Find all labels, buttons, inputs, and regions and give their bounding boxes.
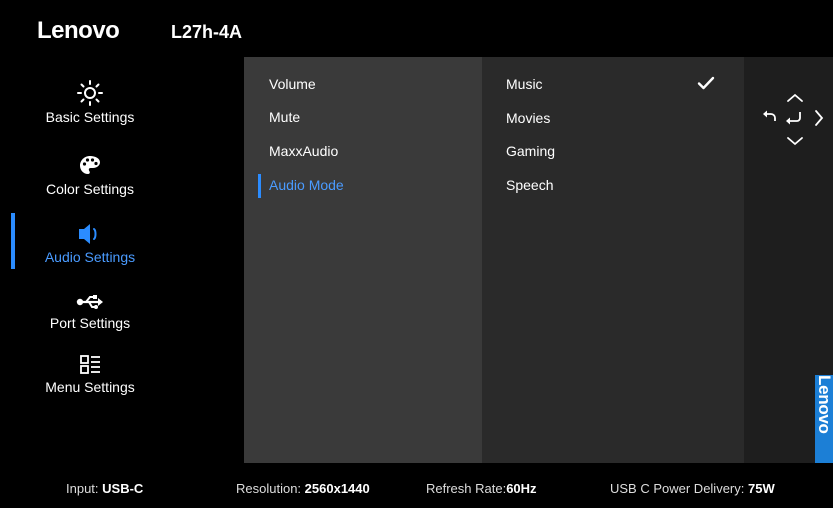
power-delivery-value: 75W [748, 481, 775, 496]
speaker-icon [77, 218, 103, 246]
power-delivery-label: USB C Power Delivery: [610, 481, 745, 496]
sidebar-item-label: Menu Settings [45, 379, 135, 395]
menu-grid-icon [79, 348, 101, 376]
power-delivery-status: USB C Power Delivery: 75W [610, 481, 775, 496]
sidebar-item-basic-settings[interactable]: Basic Settings [0, 78, 180, 138]
refresh-rate-label: Refresh Rate: [426, 481, 507, 496]
refresh-rate-status: Refresh Rate:60Hz [426, 481, 537, 496]
sidebar-item-label: Audio Settings [44, 249, 136, 265]
option-gaming[interactable]: Gaming [506, 143, 555, 159]
resolution-status: Resolution: 2560x1440 [236, 481, 370, 496]
input-value: USB-C [102, 481, 144, 496]
sidebar-item-audio-settings[interactable]: Audio Settings [0, 218, 180, 278]
usb-icon [76, 284, 104, 312]
sidebar-item-label: Port Settings [49, 315, 131, 331]
model-name: L27h-4A [171, 22, 243, 42]
lenovo-side-tab: Lenovo [815, 375, 833, 463]
resolution-value: 2560x1440 [304, 481, 370, 496]
active-item-indicator [258, 174, 261, 198]
chevron-down-icon [787, 137, 803, 146]
chevron-up-icon [787, 93, 803, 102]
brightness-icon [77, 78, 103, 106]
enter-icon [786, 112, 801, 125]
brand-logo: Lenovo [37, 17, 120, 44]
sidebar-item-label: Basic Settings [45, 109, 135, 125]
checkmark-icon [697, 76, 715, 90]
menu-item-maxxaudio[interactable]: MaxxAudio [269, 143, 338, 159]
option-music[interactable]: Music [506, 76, 543, 92]
back-icon [763, 110, 776, 121]
resolution-label: Resolution: [236, 481, 302, 496]
input-status: Input: USB-C [66, 481, 143, 496]
input-label: Input: [66, 481, 99, 496]
sidebar-item-port-settings[interactable]: Port Settings [0, 284, 180, 344]
header: Lenovo L27h-4A [0, 0, 833, 57]
menu-item-volume[interactable]: Volume [269, 76, 316, 92]
sidebar-item-label: Color Settings [46, 181, 134, 197]
menu-item-audio-mode[interactable]: Audio Mode [269, 177, 344, 193]
sidebar-item-color-settings[interactable]: Color Settings [0, 150, 180, 210]
navigation-pad [763, 93, 824, 146]
option-speech[interactable]: Speech [506, 177, 553, 193]
option-movies[interactable]: Movies [506, 110, 550, 126]
chevron-right-icon [815, 110, 824, 126]
palette-icon [78, 150, 102, 178]
status-footer: Input: USB-C Resolution: 2560x1440 Refre… [0, 463, 833, 508]
lenovo-side-tab-text: Lenovo [815, 375, 833, 434]
menu-item-mute[interactable]: Mute [269, 109, 300, 125]
refresh-rate-value: 60Hz [506, 481, 537, 496]
sidebar-item-menu-settings[interactable]: Menu Settings [0, 348, 180, 408]
